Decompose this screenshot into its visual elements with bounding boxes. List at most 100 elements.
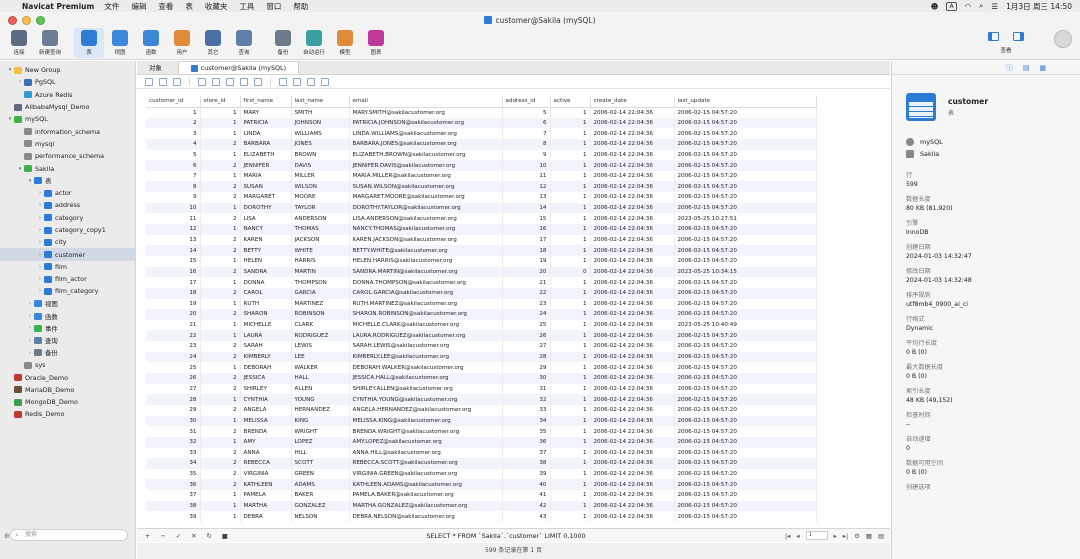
chevron-right-icon[interactable]: › — [36, 264, 44, 270]
cell-last-name[interactable]: GONZALEZ — [291, 500, 350, 512]
column-header[interactable]: last_name — [291, 96, 350, 108]
cell-address-id[interactable]: 8 — [502, 138, 551, 150]
cell-customer-id[interactable]: 16 — [146, 266, 201, 278]
cell-first-name[interactable]: MICHELLE — [240, 319, 292, 331]
cell-customer-id[interactable]: 28 — [146, 394, 201, 405]
cell-create-date[interactable]: 2006-02-14 22:04:36 — [590, 266, 675, 278]
cell-last-update[interactable]: 2006-02-15 04:57:20 — [674, 255, 817, 267]
cell-active[interactable]: 1 — [550, 138, 591, 150]
cell-customer-id[interactable]: 9 — [146, 192, 201, 203]
export-icon[interactable] — [240, 77, 248, 86]
filter-icon[interactable] — [198, 77, 206, 86]
cell-active[interactable]: 1 — [550, 458, 591, 469]
cell-create-date[interactable]: 2006-02-14 22:04:36 — [590, 213, 675, 225]
cell-last-update[interactable]: 2006-02-15 04:57:20 — [674, 458, 817, 469]
cell-create-date[interactable]: 2006-02-14 22:04:36 — [590, 404, 675, 416]
cell-first-name[interactable]: REBECCA — [240, 458, 292, 469]
cell-address-id[interactable]: 14 — [502, 202, 551, 214]
column-header[interactable]: customer_id — [146, 96, 201, 108]
cell-email[interactable]: BRENDA.WRIGHT@sakilacustomer.org — [349, 426, 503, 437]
cell-address-id[interactable]: 38 — [502, 458, 551, 469]
refresh-icon[interactable] — [293, 77, 301, 86]
clock[interactable]: 1月3日 周三 14:50 — [1006, 1, 1072, 12]
cell-store-id[interactable]: 2 — [200, 287, 241, 299]
tree-node[interactable]: Redis_Demo — [0, 408, 135, 420]
cell-active[interactable]: 1 — [550, 160, 591, 171]
cell-address-id[interactable]: 17 — [502, 234, 551, 246]
cell-last-name[interactable]: GREEN — [291, 468, 350, 480]
cell-last-update[interactable]: 2006-02-15 04:57:20 — [674, 202, 817, 214]
cell-last-name[interactable]: MOORE — [291, 192, 350, 203]
cell-email[interactable]: ANNA.HILL@sakilacustomer.org — [349, 447, 503, 459]
toggle-info-panel-icon[interactable] — [1013, 32, 1024, 41]
cell-create-date[interactable]: 2006-02-14 22:04:36 — [590, 287, 675, 299]
cell-last-name[interactable]: GARCIA — [291, 287, 350, 299]
table-row[interactable]: 24 2 KIMBERLY LEE KIMBERLY.LEE@sakilacustome… — [146, 351, 817, 363]
cell-create-date[interactable]: 2006-02-14 22:04:36 — [590, 160, 675, 171]
tree-node[interactable]: ▾ New Group — [0, 64, 135, 76]
cell-last-update[interactable]: 2006-02-15 04:57:20 — [674, 181, 817, 193]
cell-email[interactable]: LISA.ANDERSON@sakilacustomer.org — [349, 213, 503, 225]
chevron-down-icon[interactable]: ▾ — [6, 67, 14, 73]
cell-address-id[interactable]: 34 — [502, 415, 551, 427]
table-row[interactable]: 5 1 ELIZABETH BROWN ELIZABETH.BROWN@sakilacu… — [146, 149, 817, 161]
table-row[interactable]: 29 2 ANGELA HERNANDEZ ANGELA.HERNANDEZ@sakil… — [146, 404, 817, 416]
table-row[interactable]: 34 2 REBECCA SCOTT REBECCA.SCOTT@sakilacusto… — [146, 458, 817, 469]
cell-customer-id[interactable]: 26 — [146, 373, 201, 384]
cell-last-update[interactable]: 2006-02-15 04:57:20 — [674, 224, 817, 235]
cell-email[interactable]: LINDA.WILLIAMS@sakilacustomer.org — [349, 128, 503, 139]
table-row[interactable]: 1 1 MARY SMITH MARY.SMITH@sakilacustomer.org… — [146, 107, 817, 118]
toolbar-button-new-query[interactable]: 新建查询 — [35, 28, 65, 58]
cell-active[interactable]: 1 — [550, 287, 591, 299]
cell-email[interactable]: VIRGINIA.GREEN@sakilacustomer.org — [349, 468, 503, 480]
cell-address-id[interactable]: 32 — [502, 394, 551, 405]
cell-first-name[interactable]: BETTY — [240, 245, 292, 256]
cell-store-id[interactable]: 1 — [200, 117, 241, 129]
table-row[interactable]: 4 2 BARBARA JONES BARBARA.JONES@sakilacustom… — [146, 138, 817, 150]
cell-active[interactable]: 1 — [550, 107, 591, 118]
cell-customer-id[interactable]: 30 — [146, 415, 201, 427]
cell-store-id[interactable]: 2 — [200, 309, 241, 320]
text-view-icon[interactable] — [159, 77, 167, 86]
tree-node[interactable]: › film — [0, 261, 135, 273]
grid-view-icon[interactable] — [254, 77, 262, 86]
cell-first-name[interactable]: RUTH — [240, 298, 292, 310]
tree-node[interactable]: › city — [0, 236, 135, 248]
tree-node[interactable]: › customer — [0, 248, 135, 261]
cell-email[interactable]: DOROTHY.TAYLOR@sakilacustomer.org — [349, 202, 503, 214]
tree-node[interactable]: › 视图 — [0, 298, 135, 310]
cell-active[interactable]: 1 — [550, 468, 591, 480]
table-row[interactable]: 18 2 CAROL GARCIA CAROL.GARCIA@sakilacustome… — [146, 287, 817, 299]
cell-email[interactable]: MARTHA.GONZALEZ@sakilacustomer.org — [349, 500, 503, 512]
column-header[interactable]: active — [550, 96, 591, 108]
table-row[interactable]: 26 2 JESSICA HALL JESSICA.HALL@sakilacustome… — [146, 373, 817, 384]
cell-store-id[interactable]: 1 — [200, 107, 241, 118]
cell-create-date[interactable]: 2006-02-14 22:04:36 — [590, 245, 675, 256]
cell-last-update[interactable]: 2006-02-15 04:57:20 — [674, 447, 817, 459]
cell-address-id[interactable]: 30 — [502, 373, 551, 384]
chevron-right-icon[interactable]: › — [36, 252, 44, 258]
cell-last-name[interactable]: HILL — [291, 447, 350, 459]
cell-store-id[interactable]: 1 — [200, 436, 241, 448]
cell-customer-id[interactable]: 24 — [146, 351, 201, 363]
tree-node[interactable]: › 查询 — [0, 335, 135, 347]
cell-email[interactable]: MARIA.MILLER@sakilacustomer.org — [349, 170, 503, 182]
cell-email[interactable]: CAROL.GARCIA@sakilacustomer.org — [349, 287, 503, 299]
cell-customer-id[interactable]: 11 — [146, 213, 201, 225]
cell-active[interactable]: 1 — [550, 128, 591, 139]
next-page-icon[interactable]: ▸ — [834, 532, 837, 540]
wifi-icon[interactable]: ◠ — [965, 2, 972, 11]
cell-address-id[interactable]: 35 — [502, 426, 551, 437]
tree-node[interactable]: Oracle_Demo — [0, 371, 135, 383]
cell-create-date[interactable]: 2006-02-14 22:04:36 — [590, 138, 675, 150]
toolbar-button-table[interactable]: 表 — [74, 28, 104, 58]
cell-address-id[interactable]: 13 — [502, 192, 551, 203]
cell-first-name[interactable]: JENNIFER — [240, 160, 292, 171]
table-row[interactable]: 8 2 SUSAN WILSON SUSAN.WILSON@sakilacustomer… — [146, 181, 817, 193]
table-row[interactable]: 15 1 HELEN HARRIS HELEN.HARRIS@sakilacustome… — [146, 255, 817, 267]
cell-last-update[interactable]: 2006-02-15 04:57:20 — [674, 277, 817, 288]
cell-email[interactable]: ELIZABETH.BROWN@sakilacustomer.org — [349, 149, 503, 161]
cell-last-update[interactable]: 2006-02-15 04:57:20 — [674, 373, 817, 384]
cell-last-update[interactable]: 2006-02-15 04:57:20 — [674, 341, 817, 352]
cell-last-update[interactable]: 2023-05-25 10:27:51 — [674, 213, 817, 225]
